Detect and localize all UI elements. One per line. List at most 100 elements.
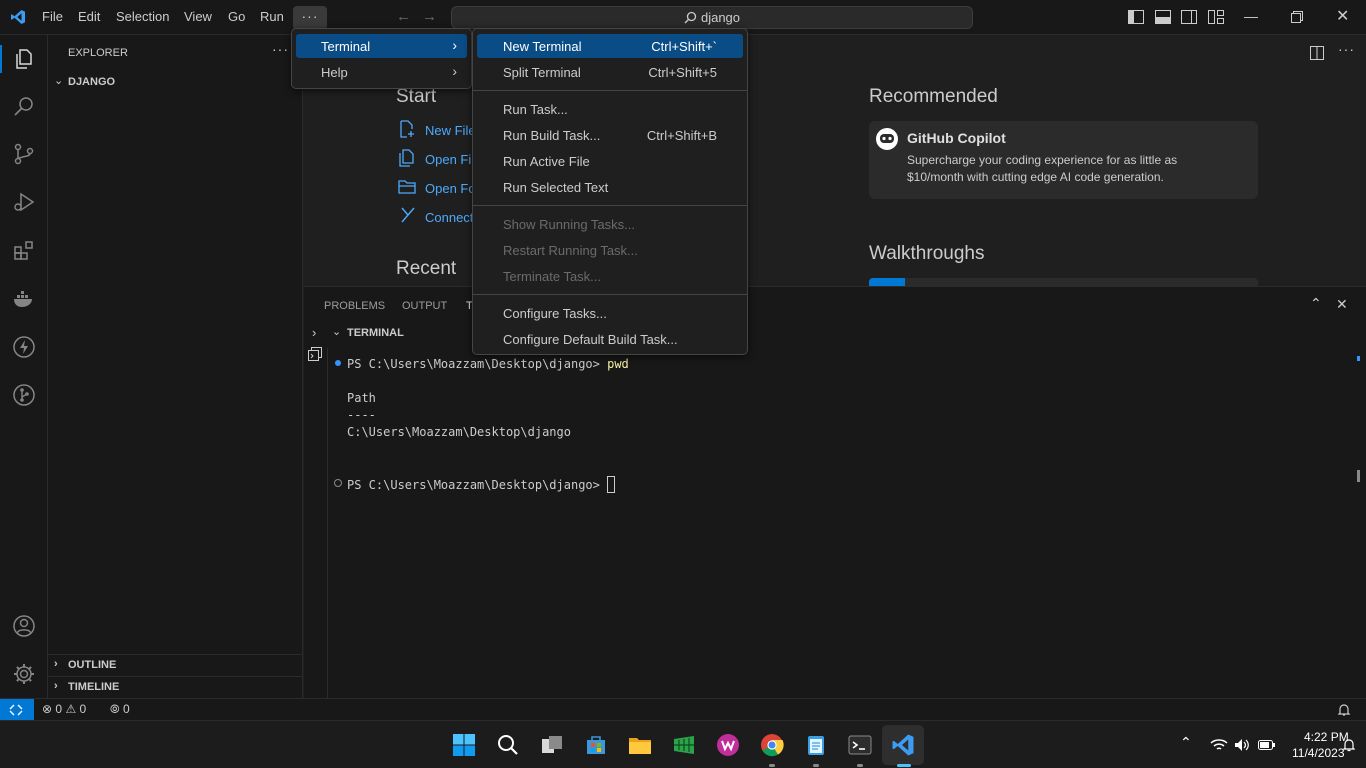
chevron-right-icon[interactable]: › xyxy=(312,325,316,340)
menu-run-build-task[interactable]: Run Build Task... Ctrl+Shift+B xyxy=(477,123,743,147)
editor-more-icon[interactable]: ··· xyxy=(1338,41,1355,57)
recent-heading: Recent xyxy=(396,258,457,279)
back-arrow-icon[interactable]: ← xyxy=(396,8,411,25)
open-folder-icon[interactable] xyxy=(398,178,416,196)
show-hidden-icons-chevron-icon[interactable]: ⌃ xyxy=(1180,734,1192,751)
menu-run[interactable]: Run xyxy=(260,9,284,24)
extensions-icon[interactable] xyxy=(12,239,36,263)
new-file-icon[interactable] xyxy=(398,120,416,138)
notepad-icon[interactable] xyxy=(804,733,828,757)
menu-item-help[interactable]: Help › xyxy=(296,60,467,84)
explorer-more-icon[interactable]: ··· xyxy=(272,41,289,57)
run-and-debug-icon[interactable] xyxy=(12,190,36,214)
menu-configure-default-build-task[interactable]: Configure Default Build Task... xyxy=(477,327,743,351)
scrollbar-marker xyxy=(1357,470,1360,482)
volume-icon[interactable] xyxy=(1234,738,1250,752)
accounts-icon[interactable] xyxy=(12,614,36,638)
new-file-link[interactable]: New File... xyxy=(425,123,472,138)
terminal-gutter-divider xyxy=(327,348,328,699)
docker-icon[interactable] xyxy=(12,287,36,311)
battery-icon[interactable] xyxy=(1258,739,1276,751)
menu-view[interactable]: View xyxy=(184,9,212,24)
menu-file[interactable]: File xyxy=(42,9,63,24)
command-pending-decoration[interactable] xyxy=(334,479,342,487)
vscode-logo-icon[interactable] xyxy=(10,9,26,25)
toggle-primary-sidebar-icon[interactable] xyxy=(1128,10,1144,24)
menu-new-terminal[interactable]: New Terminal Ctrl+Shift+` xyxy=(477,34,743,58)
menu-restart-running-task: Restart Running Task... xyxy=(477,238,743,262)
menu-item-terminal[interactable]: Terminal › xyxy=(296,34,467,58)
menu-selection[interactable]: Selection xyxy=(116,9,169,24)
terminal-line-5[interactable]: PS C:\Users\Moazzam\Desktop\django> xyxy=(347,476,616,493)
windows-start-icon[interactable] xyxy=(452,733,476,757)
close-panel-icon[interactable]: ✕ xyxy=(1336,296,1348,313)
wps-office-icon[interactable] xyxy=(716,733,740,757)
maximize-panel-icon[interactable]: ⌃ xyxy=(1310,295,1322,312)
file-explorer-icon[interactable] xyxy=(628,733,652,757)
menu-edit[interactable]: Edit xyxy=(78,9,100,24)
more-menu-button[interactable]: ··· xyxy=(293,6,327,30)
vscode-taskbar-icon[interactable] xyxy=(891,733,915,757)
menu-go[interactable]: Go xyxy=(228,9,245,24)
git-graph-icon[interactable] xyxy=(12,383,36,407)
connect-link[interactable]: Connect to... xyxy=(425,210,472,225)
copilot-desc-line1: Supercharge your coding experience for a… xyxy=(907,153,1178,167)
toggle-secondary-sidebar-icon[interactable] xyxy=(1181,10,1197,24)
spreadsheet-app-icon[interactable] xyxy=(672,733,696,757)
menu-show-running-tasks: Show Running Tasks... xyxy=(477,212,743,236)
command-success-decoration[interactable] xyxy=(335,360,341,366)
chevron-down-icon[interactable]: ⌄ xyxy=(332,325,341,338)
source-control-icon[interactable] xyxy=(12,142,36,166)
ports-status[interactable]: ⦾ 0 xyxy=(110,702,130,717)
walkthrough-card-edge[interactable] xyxy=(869,278,1258,286)
microsoft-store-icon[interactable] xyxy=(584,733,608,757)
tab-problems[interactable]: PROBLEMS xyxy=(324,300,385,312)
explorer-icon[interactable] xyxy=(12,47,36,71)
tab-output[interactable]: OUTPUT xyxy=(402,300,447,312)
menu-item-label: Run Selected Text xyxy=(503,180,609,195)
outline-section[interactable]: › OUTLINE xyxy=(48,654,303,676)
customize-layout-icon[interactable] xyxy=(1208,10,1224,24)
close-window-icon[interactable]: ✕ xyxy=(1336,6,1349,26)
running-indicator xyxy=(769,764,775,767)
menu-configure-tasks[interactable]: Configure Tasks... xyxy=(477,301,743,325)
task-view-icon[interactable] xyxy=(540,733,564,757)
menu-item-label: Run Task... xyxy=(503,102,568,117)
copilot-card[interactable]: GitHub Copilot Supercharge your coding e… xyxy=(869,121,1258,199)
forward-arrow-icon[interactable]: → xyxy=(422,8,437,25)
remote-connect-icon[interactable] xyxy=(400,206,416,224)
menu-item-label: Run Active File xyxy=(503,154,590,169)
timeline-section[interactable]: › TIMELINE xyxy=(48,676,303,698)
folder-django-row[interactable]: ⌄ DJANGO xyxy=(48,73,303,93)
restore-icon[interactable] xyxy=(1291,11,1303,23)
windows-terminal-icon[interactable] xyxy=(848,733,872,757)
minimize-icon[interactable]: — xyxy=(1244,8,1258,24)
open-file-icon[interactable] xyxy=(398,149,416,167)
windows-taskbar: ⌃ 4:22 PM 11/4/2023 xyxy=(0,720,1366,768)
command-center-search[interactable]: django xyxy=(451,6,973,29)
notifications-bell-icon[interactable] xyxy=(1337,703,1351,717)
chevron-right-icon: › xyxy=(54,658,58,670)
wifi-icon[interactable] xyxy=(1210,738,1228,752)
manage-gear-icon[interactable] xyxy=(12,662,36,686)
menu-run-active-file[interactable]: Run Active File xyxy=(477,149,743,173)
notification-center-icon[interactable] xyxy=(1341,737,1357,753)
terminal-tab-icon[interactable] xyxy=(308,347,322,361)
open-file-link[interactable]: Open File... xyxy=(425,152,472,167)
menu-run-task[interactable]: Run Task... xyxy=(477,97,743,121)
taskbar-search-icon[interactable] xyxy=(496,733,520,757)
thunder-client-icon[interactable] xyxy=(12,335,36,359)
problems-status[interactable]: ⊗ 0 ⚠ 0 xyxy=(42,702,86,716)
toggle-panel-icon[interactable] xyxy=(1155,10,1171,24)
search-icon[interactable] xyxy=(12,94,36,118)
menu-item-label: New Terminal xyxy=(503,39,582,54)
clock-date[interactable]: 11/4/2023 xyxy=(1292,746,1345,760)
remote-indicator[interactable] xyxy=(0,699,34,721)
menu-run-selected-text[interactable]: Run Selected Text xyxy=(477,175,743,199)
terminal-cursor xyxy=(607,476,616,493)
split-editor-icon[interactable] xyxy=(1310,46,1324,60)
open-folder-link[interactable]: Open Folder... xyxy=(425,181,472,196)
chrome-icon[interactable] xyxy=(760,733,784,757)
warning-count: 0 xyxy=(79,702,87,716)
menu-split-terminal[interactable]: Split Terminal Ctrl+Shift+5 xyxy=(477,60,743,84)
